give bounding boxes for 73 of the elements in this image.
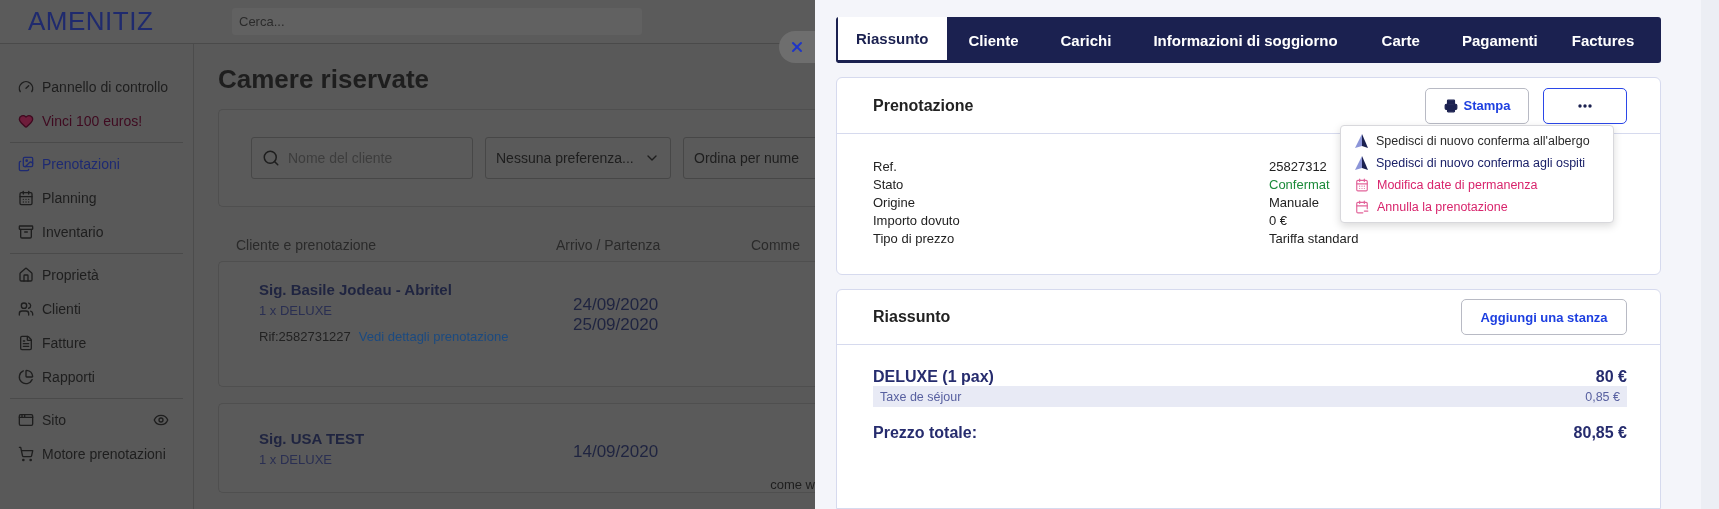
booking-ref: Rif:2582731227 bbox=[259, 329, 351, 344]
sidebar-item[interactable]: Sito bbox=[10, 403, 183, 437]
gauge-icon bbox=[18, 79, 34, 95]
guest-name: Sig. USA TEST bbox=[259, 430, 366, 447]
sail-icon bbox=[1355, 134, 1368, 148]
printer-icon bbox=[1443, 98, 1458, 113]
tab[interactable]: Pagamenti bbox=[1441, 17, 1558, 63]
card-title: Riassunto bbox=[873, 308, 952, 326]
detail-value: Manuale bbox=[1269, 195, 1319, 210]
tab[interactable]: Carte bbox=[1359, 17, 1442, 63]
detail-label: Ref. bbox=[873, 159, 898, 174]
sidebar-item[interactable]: Clienti bbox=[10, 292, 183, 326]
sidebar-item[interactable]: Planning bbox=[10, 181, 183, 215]
guest-name: Sig. Basile Jodeau - Abritel bbox=[259, 281, 453, 298]
more-button[interactable] bbox=[1543, 87, 1627, 124]
ellipsis-icon bbox=[1578, 103, 1592, 108]
tab[interactable]: Informazioni di soggiorno bbox=[1131, 17, 1360, 63]
calendar-icon bbox=[18, 190, 34, 206]
detail-label: Importo dovuto bbox=[873, 213, 961, 228]
house-icon bbox=[18, 267, 34, 283]
total-amount: 80,85 € bbox=[1573, 424, 1627, 442]
detail-value: 25827312 bbox=[1269, 159, 1327, 174]
sidebar-item[interactable]: Inventario bbox=[10, 215, 183, 249]
tab[interactable]: Cliente bbox=[946, 17, 1041, 63]
sidebar-item[interactable]: Vinci 100 euros! bbox=[10, 104, 183, 138]
sidebar-item[interactable]: Proprietà bbox=[10, 258, 183, 292]
details-link[interactable]: Vedi dettagli prenotazione bbox=[358, 329, 509, 344]
status-value: Confermat bbox=[1269, 177, 1330, 192]
archive-icon bbox=[18, 224, 34, 240]
pie-chart-icon bbox=[18, 369, 34, 385]
search-icon bbox=[262, 149, 280, 167]
detail-value: 0 € bbox=[1269, 213, 1288, 228]
users-icon bbox=[18, 301, 34, 317]
menu-item[interactable]: Spedisci di nuovo conferma all'albergo bbox=[1341, 130, 1613, 152]
images-icon bbox=[18, 156, 34, 172]
tab[interactable]: Carichi bbox=[1040, 17, 1132, 63]
arrival-date: 14/09/2020 bbox=[573, 442, 660, 462]
calendar-icon bbox=[1355, 178, 1369, 192]
sidebar-item[interactable]: Motore prenotazioni bbox=[10, 437, 183, 471]
detail-label: Origine bbox=[873, 195, 916, 210]
menu-item[interactable]: Spedisci di nuovo conferma agli ospiti bbox=[1341, 152, 1613, 174]
comment-text: come w bbox=[770, 477, 815, 492]
window-icon bbox=[18, 412, 34, 428]
cart-icon bbox=[18, 446, 34, 462]
calendar-minus-icon bbox=[1355, 200, 1369, 214]
menu-item[interactable]: Modifica date di permanenza bbox=[1341, 174, 1613, 196]
total-label: Prezzo totale: bbox=[873, 424, 977, 442]
sidebar-item[interactable]: Rapporti bbox=[10, 360, 183, 394]
detail-label: Tipo di prezzo bbox=[873, 231, 956, 246]
sidebar-item[interactable]: Pannello di controllo bbox=[10, 70, 183, 104]
logo[interactable]: AMENITIZ bbox=[0, 6, 232, 37]
add-room-button[interactable]: Aggiungi una stanza bbox=[1461, 299, 1627, 335]
card-title: Prenotazione bbox=[873, 96, 975, 115]
detail-label: Stato bbox=[873, 177, 905, 192]
sidebar-item[interactable]: Prenotazioni bbox=[10, 147, 183, 181]
close-button[interactable] bbox=[779, 31, 815, 63]
eye-icon[interactable] bbox=[153, 412, 169, 428]
preference-select[interactable]: Nessuna preferenza... bbox=[485, 137, 671, 179]
tab[interactable]: Riassunto bbox=[838, 17, 947, 63]
menu-item[interactable]: Annulla la prenotazione bbox=[1341, 196, 1613, 218]
heart-icon bbox=[18, 113, 34, 129]
detail-value: Tariffa standard bbox=[1269, 231, 1359, 246]
tax-row: Taxe de séjour 0,85 € bbox=[873, 386, 1627, 407]
arrival-date: 24/09/2020 bbox=[573, 295, 660, 315]
print-button[interactable]: Stampa bbox=[1425, 87, 1529, 124]
room-line: DELUXE (1 pax) 80 € bbox=[873, 368, 1627, 386]
departure-date: 25/09/2020 bbox=[573, 315, 660, 335]
tab[interactable]: Factures bbox=[1557, 17, 1649, 63]
sail-icon bbox=[1355, 156, 1368, 170]
close-icon bbox=[789, 39, 805, 55]
sidebar-item[interactable]: Fatture bbox=[10, 326, 183, 360]
page-title: Camere riservate bbox=[218, 64, 431, 95]
document-icon bbox=[18, 335, 34, 351]
